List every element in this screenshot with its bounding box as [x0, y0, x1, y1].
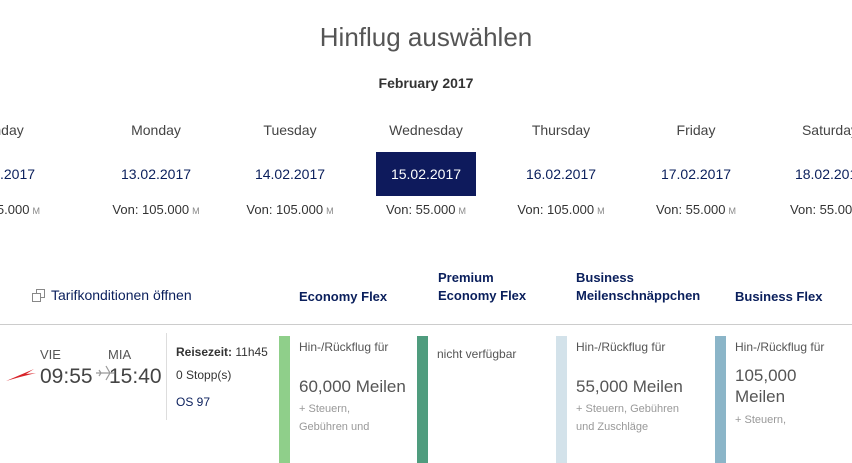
column-economy-flex[interactable]: Economy Flex: [299, 288, 387, 306]
fare-label: Hin-/Rückflug für: [735, 340, 825, 354]
tarif-conditions-link[interactable]: Tarifkonditionen öffnen: [32, 287, 192, 303]
vertical-divider: [166, 333, 167, 420]
flight-row: VIE MIA 09:55 15:40 Reisezeit: 11h45 0 S…: [0, 325, 852, 463]
column-premium-economy-flex[interactable]: Premium Economy Flex: [438, 269, 526, 305]
column-premium-line1: Premium: [438, 270, 494, 285]
fare-label: Hin-/Rückflug für: [576, 340, 666, 354]
stops-count: 0 Stopp(s): [176, 368, 232, 382]
fare-economy-flex[interactable]: Hin-/Rückflug für 60,000 Meilen + Steuer…: [279, 336, 409, 463]
day-friday[interactable]: Friday 17.02.2017 Von: 55.000 M: [629, 120, 763, 217]
fare-tax-continued: und Zuschläge: [576, 421, 649, 433]
day-price: Von: 55.000M: [790, 202, 852, 217]
column-premium-line2: Economy Flex: [438, 288, 527, 303]
day-price: Von: 105.000 M: [112, 202, 200, 217]
day-saturday[interactable]: Saturday 18.02.2017 Von: 55.000M: [763, 120, 852, 217]
day-sunday[interactable]: Sunday 12.02.2017 Von: 55.000M: [0, 120, 67, 217]
day-weekday: Wednesday: [389, 122, 463, 138]
day-date: 13.02.2017: [120, 166, 192, 182]
fare-color-bar: [417, 336, 428, 463]
day-price: Von: 105.000 M: [246, 202, 334, 217]
destination-code: MIA: [108, 347, 132, 362]
tarif-conditions-label: Tarifkonditionen öffnen: [51, 287, 192, 303]
origin-code: VIE: [40, 347, 61, 362]
fare-business-meilenschnaeppchen[interactable]: Hin-/Rückflug für 55,000 Meilen + Steuer…: [556, 336, 706, 463]
fare-business-flex[interactable]: Hin-/Rückflug für 105,000 Meilen + Steue…: [715, 336, 845, 463]
day-weekday: Sunday: [0, 122, 24, 138]
arrival-time: 15:40: [109, 365, 162, 388]
fare-tax: + Steuern,: [299, 403, 351, 415]
day-monday[interactable]: Monday 13.02.2017 Von: 105.000 M: [89, 120, 223, 217]
day-date: 14.02.2017: [254, 166, 326, 182]
day-weekday: Thursday: [531, 122, 591, 138]
fare-color-bar: [556, 336, 567, 463]
day-weekday: Friday: [676, 122, 716, 138]
open-window-icon: [32, 289, 45, 302]
fare-color-bar: [715, 336, 726, 463]
day-thursday[interactable]: Thursday 16.02.2017 Von: 105.000 M: [494, 120, 628, 217]
fare-tax-continued: Gebühren und: [299, 421, 370, 433]
day-price: Von: 105.000 M: [517, 202, 605, 217]
day-tuesday[interactable]: Tuesday 14.02.2017 Von: 105.000 M: [223, 120, 357, 217]
day-wednesday-selected[interactable]: Wednesday 15.02.2017 Von: 55.000 M: [359, 120, 493, 217]
day-weekday: Saturday: [801, 122, 852, 138]
fare-tax: + Steuern, Gebühren: [576, 403, 680, 415]
fare-tax: + Steuern,: [735, 414, 787, 426]
fare-color-bar: [279, 336, 290, 463]
fare-label: Hin-/Rückflug für: [299, 340, 389, 354]
column-business-flex[interactable]: Business Flex: [735, 288, 822, 306]
day-price: Von: 55.000M: [0, 202, 40, 217]
day-price: Von: 55.000M: [386, 202, 466, 217]
fare-miles-unit: Meilen: [735, 387, 786, 406]
column-business-saver-line1: Business: [576, 270, 634, 285]
fare-miles: 105,000: [735, 366, 797, 385]
day-price: Von: 55.000M: [656, 202, 736, 217]
flight-number-link[interactable]: OS 97: [176, 395, 210, 409]
month-label: February 2017: [378, 75, 474, 91]
day-date: 17.02.2017: [660, 166, 732, 182]
date-carousel: Sunday 12.02.2017 Von: 55.000M Monday 13…: [0, 120, 852, 230]
column-business-meilenschnaeppchen[interactable]: Business Meilenschnäppchen: [576, 269, 700, 305]
fare-miles: 60,000 Meilen: [299, 377, 406, 396]
travel-time: Reisezeit: 11h45: [176, 345, 268, 359]
austrian-airlines-logo: [6, 369, 36, 381]
day-weekday: Monday: [131, 122, 181, 138]
column-business-saver-line2: Meilenschnäppchen: [576, 288, 701, 303]
day-date: 18.02.2017: [794, 166, 852, 182]
page-title: Hinflug auswählen: [319, 22, 533, 52]
day-weekday: Tuesday: [263, 122, 317, 138]
fare-miles: 55,000 Meilen: [576, 377, 683, 396]
fare-premium-economy-flex: nicht verfügbar: [417, 336, 547, 463]
day-date: 15.02.2017: [376, 152, 476, 196]
fare-unavailable: nicht verfügbar: [437, 347, 517, 361]
day-date: 12.02.2017: [0, 166, 36, 182]
day-date: 16.02.2017: [525, 166, 597, 182]
departure-time: 09:55: [40, 365, 93, 388]
